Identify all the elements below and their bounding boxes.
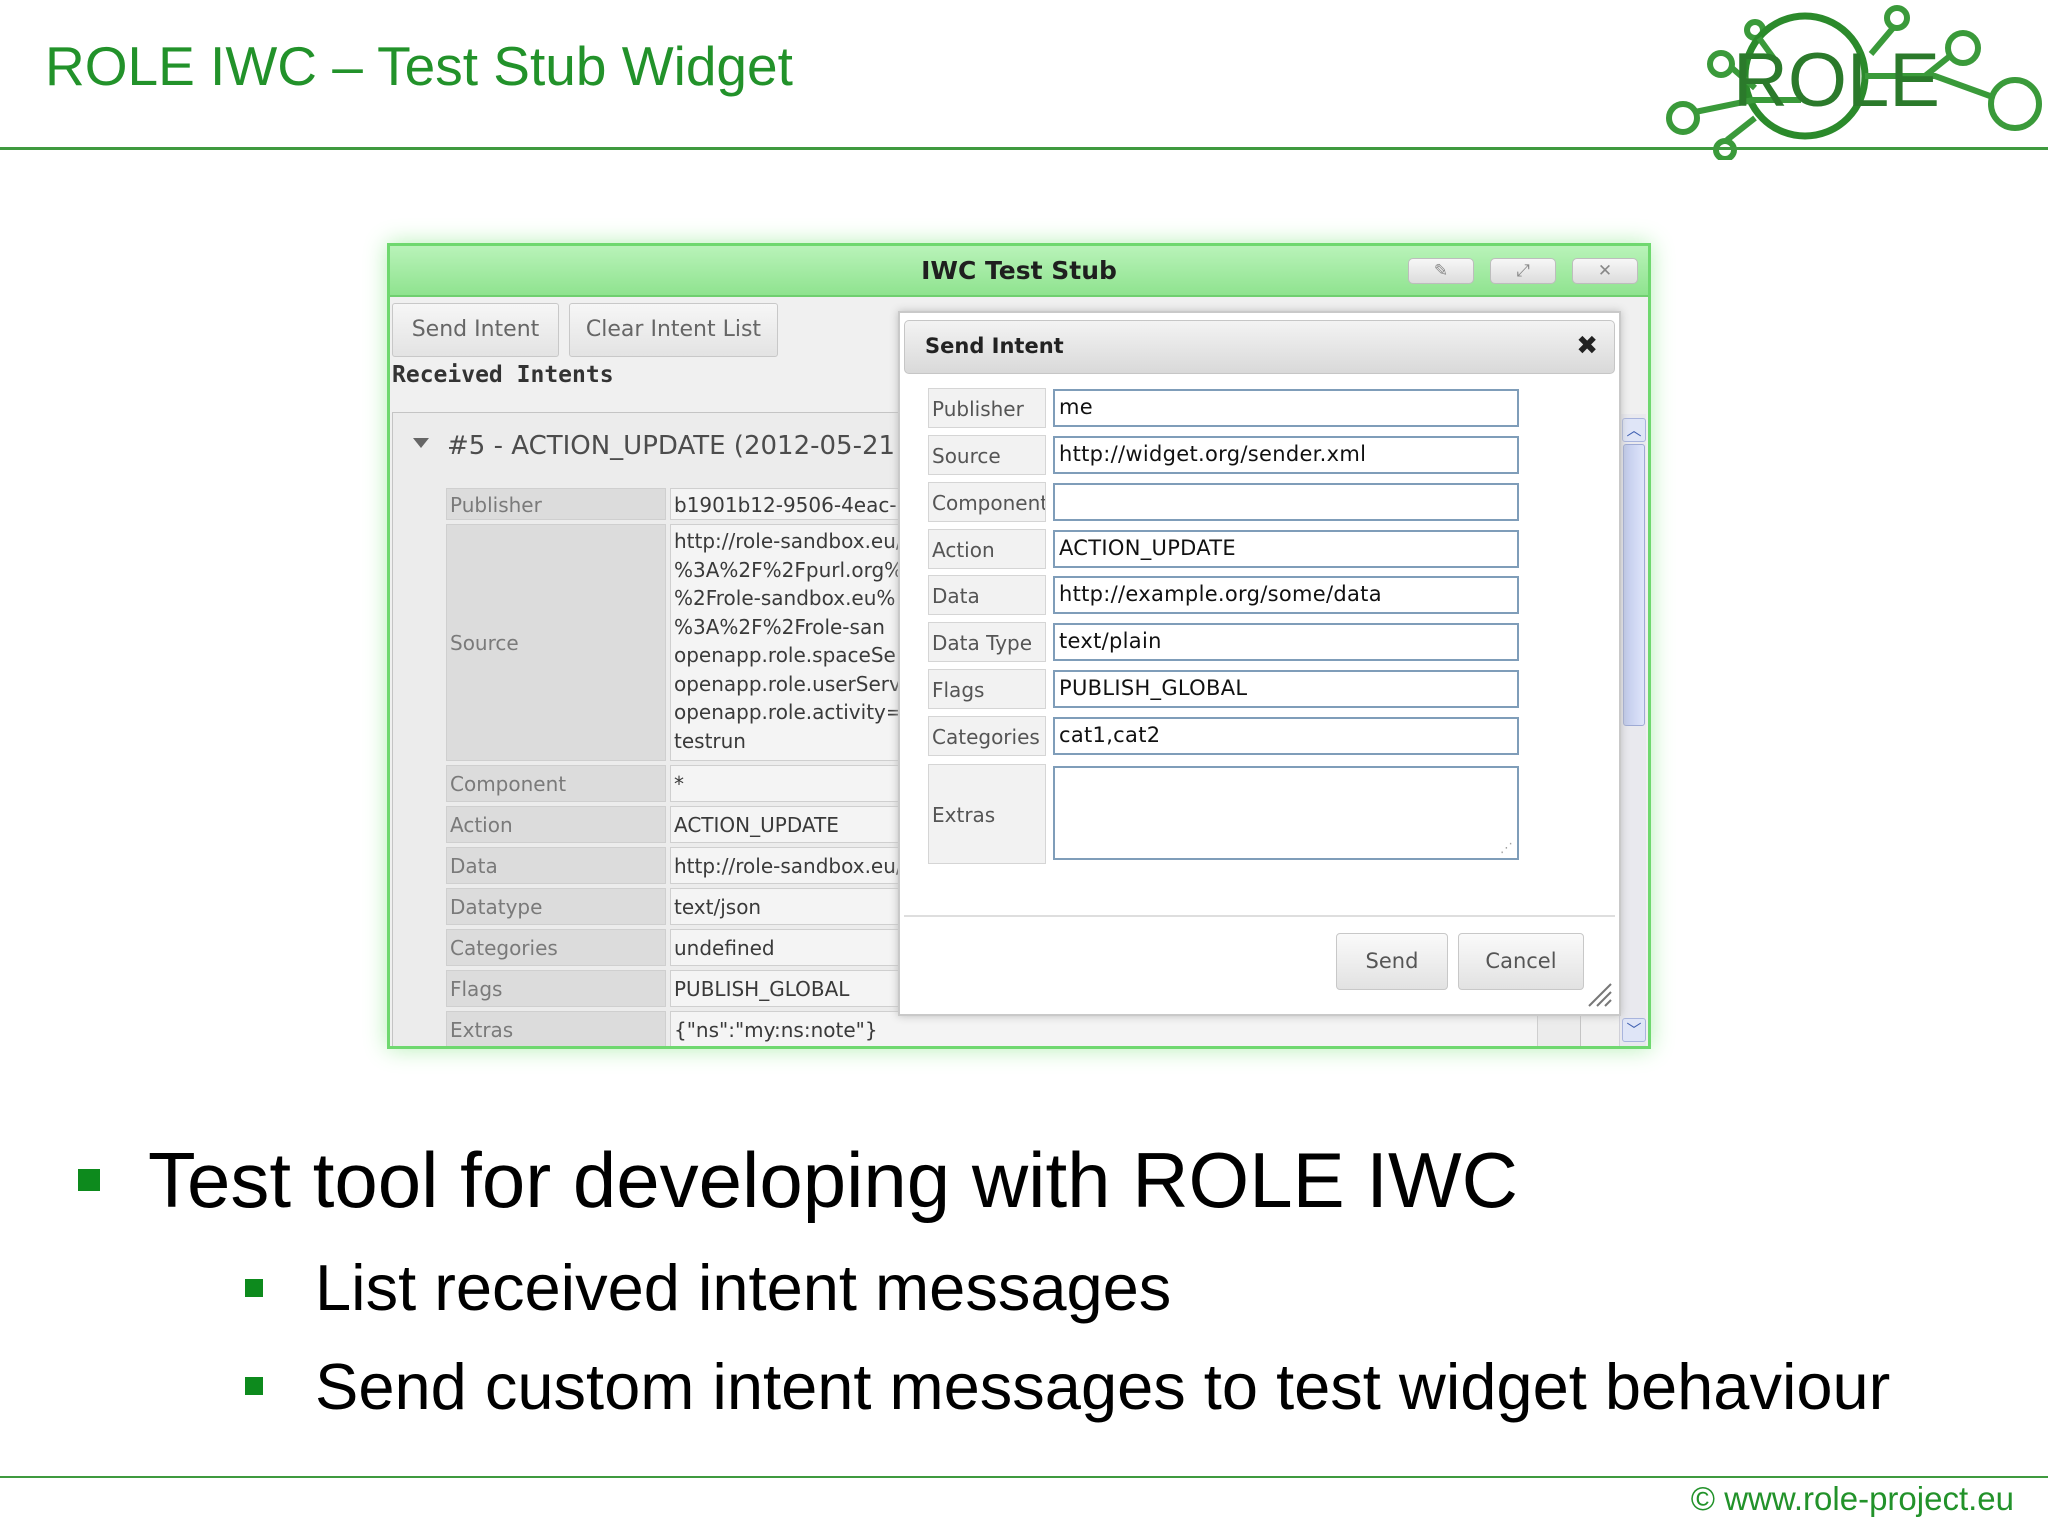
field-label-flags: Flags [928,669,1046,709]
scroll-up-icon[interactable]: ︿ [1622,418,1646,442]
categories-input[interactable]: cat1,cat2 [1053,717,1519,755]
field-label-data: Data [928,575,1046,615]
cancel-button[interactable]: Cancel [1458,933,1584,990]
widget-titlebar[interactable]: IWC Test Stub ✎ ⤢ ✕ [390,246,1648,297]
send-intent-dialog: Send Intent ✖ Publisher me Source http:/… [898,311,1621,1016]
intent-label-action: Action [446,806,666,843]
svg-text:ROLE: ROLE [1733,38,1940,123]
dialog-titlebar[interactable]: Send Intent ✖ [904,320,1615,374]
textarea-resize-icon[interactable]: ⋰ [1500,842,1513,855]
dialog-separator [904,915,1615,917]
collapse-triangle-icon[interactable] [413,438,429,448]
action-input[interactable]: ACTION_UPDATE [1053,530,1519,568]
intent-label-data: Data [446,847,666,884]
field-label-extras: Extras [928,764,1046,864]
intent-label-categories: Categories [446,929,666,966]
intent-value-extras: {"ns":"my:ns:note"} [670,1011,1538,1046]
bullet-square-icon [245,1279,263,1297]
dialog-resize-icon[interactable] [1587,982,1613,1008]
bullet-square-icon [245,1377,263,1395]
data-input[interactable]: http://example.org/some/data [1053,576,1519,614]
header-rule [0,147,2048,150]
flags-input[interactable]: PUBLISH_GLOBAL [1053,670,1519,708]
intent-label-datatype: Datatype [446,888,666,925]
slide-title: ROLE IWC – Test Stub Widget [45,35,793,97]
intent-label-publisher: Publisher [446,488,666,520]
footer-rule [0,1476,2048,1478]
edit-icon[interactable]: ✎ [1408,258,1474,284]
bullet-main: Test tool for developing with ROLE IWC [148,1136,1518,1224]
publisher-input[interactable]: me [1053,389,1519,427]
close-icon[interactable]: ✖ [1576,331,1598,361]
maximize-icon[interactable]: ⤢ [1490,258,1556,284]
send-intent-button[interactable]: Send Intent [392,303,559,357]
received-intents-heading: Received Intents [392,362,614,388]
role-logo: ROLE [1666,5,2042,160]
intent-label-flags: Flags [446,970,666,1007]
vertical-scrollbar[interactable]: ︿ ﹀ [1619,414,1646,1046]
footer-copyright[interactable]: © www.role-project.eu [1691,1480,2014,1518]
scroll-thumb[interactable] [1623,444,1645,726]
field-label-publisher: Publisher [928,388,1046,428]
intent-label-extras: Extras [446,1011,666,1046]
field-label-source: Source [928,435,1046,475]
intent-label-source: Source [446,524,666,761]
scroll-down-icon[interactable]: ﹀ [1622,1018,1646,1042]
component-input[interactable] [1053,483,1519,521]
send-button[interactable]: Send [1336,933,1448,990]
extras-textarea[interactable]: ⋰ [1053,766,1519,860]
bullet-sub-1: List received intent messages [315,1251,1172,1324]
field-label-categories: Categories [928,716,1046,756]
source-input[interactable]: http://widget.org/sender.xml [1053,436,1519,474]
dialog-title: Send Intent [925,334,1064,358]
field-label-action: Action [928,529,1046,569]
field-label-component: Component [928,482,1046,522]
intent-header[interactable]: #5 - ACTION_UPDATE (2012-05-21 [447,431,895,461]
bullet-sub-2: Send custom intent messages to test widg… [315,1350,1891,1423]
data-type-input[interactable]: text/plain [1053,623,1519,661]
close-icon[interactable]: ✕ [1572,258,1638,284]
bullet-square-icon [78,1169,100,1191]
intent-label-component: Component [446,765,666,802]
field-label-data-type: Data Type [928,622,1046,662]
clear-intent-list-button[interactable]: Clear Intent List [569,303,778,357]
